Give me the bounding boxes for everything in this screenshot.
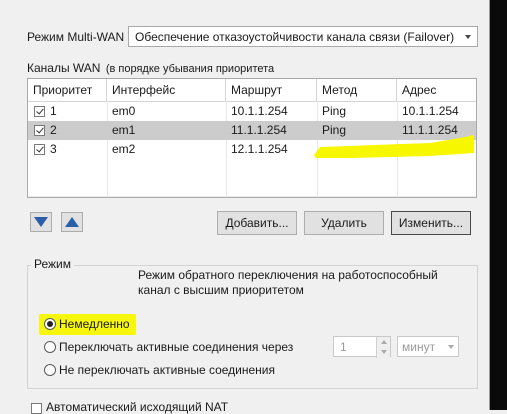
cell-priority: 2: [50, 123, 57, 137]
cell-interface: em1: [112, 123, 136, 137]
cell-method: Ping: [322, 104, 347, 118]
cell-priority: 1: [50, 104, 57, 118]
cell-route: 12.1.1.254: [231, 142, 288, 156]
mode-description: Режим обратного переключения на работосп…: [138, 268, 438, 297]
channels-hint: (в порядке убывания приоритета: [105, 63, 275, 75]
column-header-address[interactable]: Адрес: [397, 79, 476, 101]
option-no-switch-label[interactable]: Не переключать активные соединения: [59, 363, 275, 377]
channels-label: Каналы WAN: [27, 61, 101, 75]
move-down-button[interactable]: [30, 212, 52, 232]
radio-switch-after[interactable]: [44, 341, 56, 353]
multiwan-label: Режим Multi-WAN: [27, 30, 125, 44]
row-enabled-checkbox[interactable]: [34, 144, 45, 155]
option-immediately-label[interactable]: Немедленно: [59, 317, 130, 331]
mode-group-title: Режим: [31, 257, 74, 271]
table-header: Приоритет Интерфейс Маршрут Метод Адрес: [28, 79, 476, 102]
delete-button[interactable]: Удалить: [304, 211, 384, 235]
multiwan-mode-value: Обеспечение отказоустойчивости канала св…: [135, 29, 455, 44]
delay-stepper[interactable]: 1: [333, 336, 391, 358]
cell-address: 10.1.1.254: [402, 104, 459, 118]
nat-label[interactable]: Автоматический исходящий NAT: [46, 400, 228, 414]
column-header-route[interactable]: Маршрут: [226, 79, 317, 101]
delay-unit-select[interactable]: минут: [397, 336, 459, 357]
cell-priority: 3: [50, 142, 57, 156]
column-header-priority[interactable]: Приоритет: [28, 79, 107, 101]
edit-button[interactable]: Изменить...: [391, 211, 471, 235]
row-enabled-checkbox[interactable]: [34, 125, 45, 136]
stepper-down[interactable]: [376, 347, 390, 358]
arrow-up-icon: [65, 217, 79, 227]
column-header-method[interactable]: Метод: [317, 79, 397, 101]
table-row[interactable]: 1 em0 10.1.1.254 Ping 10.1.1.254: [28, 102, 476, 121]
radio-immediately[interactable]: [44, 318, 56, 330]
move-up-button[interactable]: [61, 212, 83, 232]
chevron-down-icon: [448, 345, 454, 349]
multiwan-mode-select[interactable]: Обеспечение отказоустойчивости канала св…: [128, 26, 478, 47]
delay-value: 1: [340, 340, 347, 354]
row-enabled-checkbox[interactable]: [34, 106, 45, 117]
cell-interface: em0: [112, 104, 136, 118]
delay-unit-value: минут: [402, 340, 436, 354]
cell-interface: em2: [112, 142, 136, 156]
column-header-interface[interactable]: Интерфейс: [107, 79, 226, 101]
highlight-marker: [314, 135, 474, 158]
wan-channels-table[interactable]: Приоритет Интерфейс Маршрут Метод Адрес …: [27, 78, 477, 198]
nat-checkbox[interactable]: [31, 403, 42, 414]
cell-route: 10.1.1.254: [231, 104, 288, 118]
add-button[interactable]: Добавить...: [217, 211, 297, 235]
channels-label-group: Каналы WAN (в порядке убывания приоритет…: [27, 61, 274, 75]
option-switch-after-label[interactable]: Переключать активные соединения через: [59, 340, 293, 354]
window-background: [490, 0, 507, 410]
chevron-down-icon: [465, 34, 471, 39]
radio-no-switch[interactable]: [44, 364, 56, 376]
cell-route: 11.1.1.254: [231, 123, 287, 137]
arrow-down-icon: [34, 217, 48, 227]
